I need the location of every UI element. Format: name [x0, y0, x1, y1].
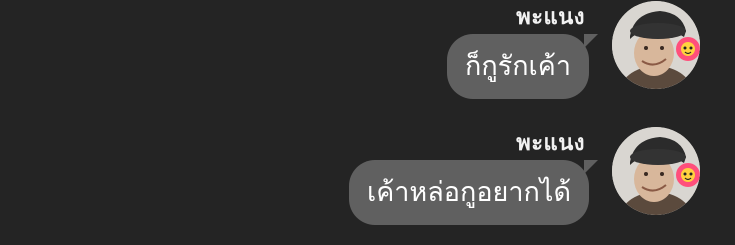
- user-avatar-icon[interactable]: [612, 127, 700, 215]
- sender-name: พะแนง: [516, 5, 585, 30]
- user-avatar-icon[interactable]: [612, 1, 700, 89]
- sender-name: พะแนง: [516, 131, 585, 156]
- chat-thread: พะแนง ก็กูรักเค้า พะแนง เค้าหล่อกูอยากได: [0, 0, 735, 245]
- message-bubble[interactable]: ก็กูรักเค้า: [447, 34, 598, 99]
- message-bubble[interactable]: เค้าหล่อกูอยากได้: [348, 160, 599, 225]
